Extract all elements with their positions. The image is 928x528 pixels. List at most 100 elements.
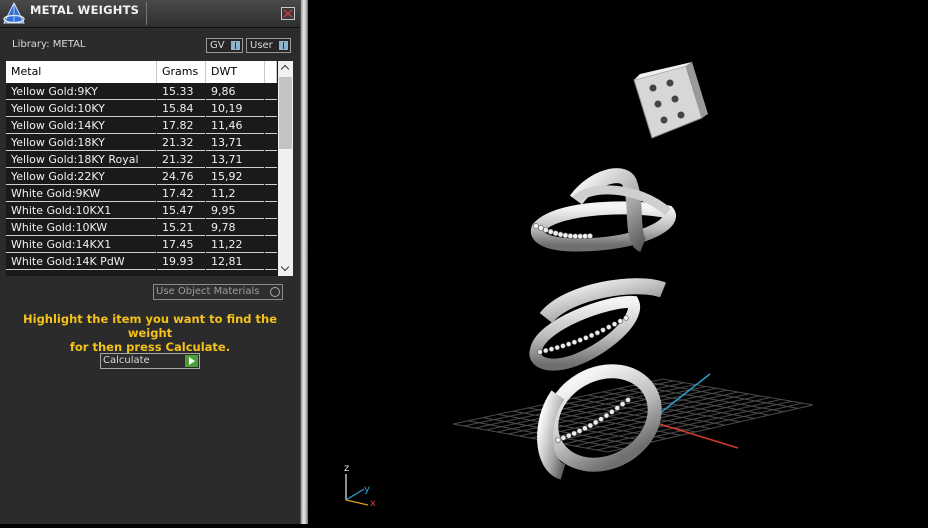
table-row[interactable]: Yellow Gold:14KY 17.82 11,46 xyxy=(6,118,277,135)
instruction-line-2: for then press Calculate. xyxy=(69,340,231,354)
close-button[interactable] xyxy=(281,7,295,20)
table-row[interactable]: Yellow Gold:18KY Royal 21.32 13,71 xyxy=(6,152,277,169)
cell-metal: Yellow Gold:18KY Royal xyxy=(6,152,156,168)
cell-spacer xyxy=(265,101,277,117)
use-object-materials-toggle[interactable]: Use Object Materials xyxy=(153,284,283,300)
cell-grams: 15.84 xyxy=(157,101,205,117)
metal-table: Metal Grams DWT Yellow Gold:9KY 15.33 9,86… xyxy=(6,61,293,276)
panel-splitter[interactable] xyxy=(301,0,308,524)
clasp-block-model[interactable] xyxy=(633,62,708,139)
cell-spacer xyxy=(265,135,277,151)
table-row[interactable]: Yellow Gold:22KY 24.76 15,92 xyxy=(6,169,277,186)
calculate-label: Calculate xyxy=(103,355,150,366)
library-label: Library: METAL xyxy=(12,39,86,50)
cell-dwt: 15,92 xyxy=(206,169,264,185)
cell-grams: 19.93 xyxy=(157,254,205,270)
cell-dwt: 9,78 xyxy=(206,220,264,236)
table-row[interactable]: Yellow Gold:9KY 15.33 9,86 xyxy=(6,84,277,101)
cell-metal: Yellow Gold:22KY xyxy=(6,169,156,185)
column-header-grams[interactable]: Grams xyxy=(157,61,206,83)
cell-dwt: 11,2 xyxy=(206,186,264,202)
cell-grams: 21.32 xyxy=(157,135,205,151)
close-icon xyxy=(283,9,293,18)
cell-metal: White Gold:10KW xyxy=(6,220,156,236)
toggle-switch-icon xyxy=(231,41,240,50)
scroll-thumb[interactable] xyxy=(279,77,292,149)
cell-grams: 24.76 xyxy=(157,169,205,185)
cell-dwt: 13,71 xyxy=(206,135,264,151)
cell-dwt: 10,19 xyxy=(206,101,264,117)
cell-metal: Yellow Gold:14KY xyxy=(6,118,156,134)
instruction-text: Highlight the item you want to find the … xyxy=(10,312,290,354)
metal-weights-panel: METAL WEIGHTS Library: METAL GV User Met… xyxy=(0,0,301,524)
cell-dwt: 11,46 xyxy=(206,118,264,134)
cell-dwt: 9,95 xyxy=(206,203,264,219)
cell-spacer xyxy=(265,186,277,202)
radio-icon xyxy=(270,287,280,297)
cell-metal: White Gold:10KX1 xyxy=(6,203,156,219)
axis-gizmo: z y x xyxy=(344,463,376,509)
column-header-metal[interactable]: Metal xyxy=(6,61,157,83)
cell-metal: White Gold:9KW xyxy=(6,186,156,202)
axis-x-label: x xyxy=(370,498,376,509)
axis-z-label: z xyxy=(344,463,349,474)
panel-titlebar: METAL WEIGHTS xyxy=(0,0,300,28)
app-logo-icon xyxy=(3,1,25,24)
cell-spacer xyxy=(265,237,277,253)
axis-y-label: y xyxy=(364,484,370,495)
table-row[interactable]: White Gold:10KW 15.21 9,78 xyxy=(6,220,277,237)
cell-grams: 17.45 xyxy=(157,237,205,253)
scroll-down-icon[interactable] xyxy=(278,262,293,276)
cell-grams: 17.82 xyxy=(157,118,205,134)
title-divider xyxy=(146,2,147,25)
calculate-button[interactable]: Calculate xyxy=(100,353,200,369)
twisted-ring-top-model[interactable] xyxy=(530,168,676,252)
table-row[interactable]: Yellow Gold:18KY 21.32 13,71 xyxy=(6,135,277,152)
table-row[interactable]: White Gold:14K PdW 19.93 12,81 xyxy=(6,254,277,271)
cell-metal: Yellow Gold:18KY xyxy=(6,135,156,151)
cell-metal: Yellow Gold:9KY xyxy=(6,84,156,100)
cell-spacer xyxy=(265,118,277,134)
column-header-dwt[interactable]: DWT xyxy=(206,61,265,83)
use-object-materials-label: Use Object Materials xyxy=(156,286,260,297)
3d-viewport[interactable]: z y x xyxy=(308,0,928,524)
ground-grid xyxy=(452,378,814,453)
table-row[interactable]: White Gold:10KX1 15.47 9,95 xyxy=(6,203,277,220)
cell-grams: 15.21 xyxy=(157,220,205,236)
table-header: Metal Grams DWT xyxy=(6,61,277,83)
gv-toggle-label: GV xyxy=(210,40,225,51)
cell-grams: 15.47 xyxy=(157,203,205,219)
cell-spacer xyxy=(265,203,277,219)
table-row[interactable]: White Gold:14KX1 17.45 11,22 xyxy=(6,237,277,254)
cell-grams: 17.42 xyxy=(157,186,205,202)
gv-toggle[interactable]: GV xyxy=(206,38,243,53)
cell-spacer xyxy=(265,152,277,168)
twisted-ring-bottom-model[interactable] xyxy=(534,353,672,483)
cell-dwt: 9,86 xyxy=(206,84,264,100)
cell-spacer xyxy=(265,84,277,100)
cell-metal: White Gold:14KX1 xyxy=(6,237,156,253)
cell-dwt: 11,22 xyxy=(206,237,264,253)
user-toggle-label: User xyxy=(250,40,273,51)
table-row[interactable]: Yellow Gold:10KY 15.84 10,19 xyxy=(6,101,277,118)
cell-dwt: 12,81 xyxy=(206,254,264,270)
cell-grams: 15.33 xyxy=(157,84,205,100)
twisted-ring-middle-model[interactable] xyxy=(529,278,666,371)
table-scrollbar[interactable] xyxy=(278,61,293,276)
cell-metal: Yellow Gold:10KY xyxy=(6,101,156,117)
cell-metal: White Gold:14K PdW xyxy=(6,254,156,270)
cell-grams: 21.32 xyxy=(157,152,205,168)
panel-title: METAL WEIGHTS xyxy=(30,3,140,17)
play-arrow-icon xyxy=(185,355,198,367)
cell-spacer xyxy=(265,169,277,185)
instruction-line-1: Highlight the item you want to find the … xyxy=(23,312,277,340)
column-header-spacer xyxy=(265,61,277,83)
scroll-up-icon[interactable] xyxy=(278,61,293,75)
viewport-canvas[interactable]: z y x xyxy=(308,0,928,524)
cell-spacer xyxy=(265,220,277,236)
cell-spacer xyxy=(265,254,277,270)
toggle-switch-icon xyxy=(279,41,288,50)
cell-dwt: 13,71 xyxy=(206,152,264,168)
user-toggle[interactable]: User xyxy=(246,38,291,53)
table-row[interactable]: White Gold:9KW 17.42 11,2 xyxy=(6,186,277,203)
